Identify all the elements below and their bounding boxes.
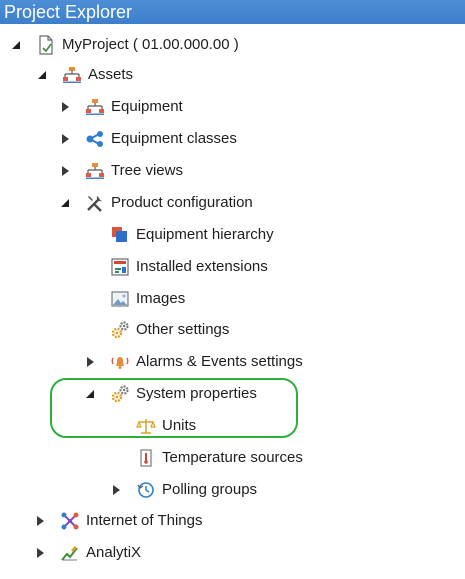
tree-item-label: System properties	[136, 385, 257, 402]
tree-item-label: Other settings	[136, 321, 230, 338]
tree-item-label: Assets	[88, 66, 134, 83]
image-icon	[110, 289, 130, 309]
tree-item-label: Equipment hierarchy	[136, 226, 274, 243]
tree-item-equipment-hierarchy[interactable]: Equipment hierarchy	[84, 221, 274, 249]
gears-icon	[110, 384, 130, 404]
collapse-arrow-icon[interactable]	[59, 189, 71, 217]
analytics-icon	[60, 543, 80, 563]
tree-item-label: Tree views	[111, 162, 183, 179]
tree-item-label: Product configuration	[111, 194, 253, 211]
collapse-arrow-icon[interactable]	[36, 61, 48, 89]
hierarchy-icon	[62, 65, 82, 85]
tree-item-installed-extensions[interactable]: Installed extensions	[84, 253, 268, 281]
tree-item-label: Polling groups	[162, 481, 258, 498]
expand-arrow-icon[interactable]	[84, 348, 96, 376]
extensions-icon	[110, 257, 130, 277]
tree-item-label: Equipment classes	[111, 130, 237, 147]
clock-refresh-icon	[136, 480, 156, 500]
tree-item-alarms-events-settings[interactable]: Alarms & Events settings	[84, 348, 303, 376]
gears-icon	[110, 320, 130, 340]
tree-item-images[interactable]: Images	[84, 285, 185, 313]
tree-item-label: MyProject ( 01.00.000.00 )	[62, 36, 239, 53]
share-nodes-icon	[85, 129, 105, 149]
tree-item-equipment[interactable]: Equipment	[59, 93, 183, 121]
expand-arrow-icon[interactable]	[59, 157, 71, 185]
expand-arrow-icon[interactable]	[110, 476, 122, 504]
hierarchy-icon	[85, 97, 105, 117]
tree-item-assets[interactable]: Assets	[36, 61, 133, 89]
tree-item-temperature-sources[interactable]: Temperature sources	[110, 444, 303, 472]
tree-item-label: Internet of Things	[86, 512, 203, 529]
collapse-arrow-icon[interactable]	[10, 31, 22, 59]
project-file-icon	[36, 35, 56, 55]
alarm-bell-icon	[110, 352, 130, 372]
tree-item-label: AnalytiX	[86, 544, 142, 561]
panel-title: Project Explorer	[0, 0, 465, 24]
tree-item-label: Alarms & Events settings	[136, 353, 303, 370]
tree-item-analytix[interactable]: AnalytiX	[34, 539, 141, 567]
tree-item-label: Installed extensions	[136, 258, 268, 275]
project-explorer-panel: Project Explorer MyProject ( 01.00.000.0…	[0, 0, 465, 579]
collapse-arrow-icon[interactable]	[84, 380, 96, 408]
tree-item-internet-of-things[interactable]: Internet of Things	[34, 507, 202, 535]
tree-item-polling-groups[interactable]: Polling groups	[110, 476, 257, 504]
expand-arrow-icon[interactable]	[34, 507, 46, 535]
tools-icon	[85, 193, 105, 213]
tree-item-other-settings[interactable]: Other settings	[84, 316, 229, 344]
tree-item-equipment-classes[interactable]: Equipment classes	[59, 125, 237, 153]
tree-item-myproject[interactable]: MyProject ( 01.00.000.00 )	[10, 31, 239, 59]
expand-arrow-icon[interactable]	[59, 93, 71, 121]
network-nodes-icon	[60, 511, 80, 531]
tree-item-label: Units	[162, 417, 197, 434]
tree-item-product-configuration[interactable]: Product configuration	[59, 189, 253, 217]
equipment-hierarchy-icon	[110, 225, 130, 245]
expand-arrow-icon[interactable]	[34, 539, 46, 567]
tree-item-label: Images	[136, 290, 186, 307]
tree-item-tree-views[interactable]: Tree views	[59, 157, 183, 185]
thermometer-icon	[136, 448, 156, 468]
scale-icon	[136, 416, 156, 436]
tree-item-label: Temperature sources	[162, 449, 303, 466]
tree-item-units[interactable]: Units	[110, 412, 196, 440]
tree-item-label: Equipment	[111, 98, 183, 115]
hierarchy-icon	[85, 161, 105, 181]
tree-item-system-properties[interactable]: System properties	[84, 380, 257, 408]
expand-arrow-icon[interactable]	[59, 125, 71, 153]
